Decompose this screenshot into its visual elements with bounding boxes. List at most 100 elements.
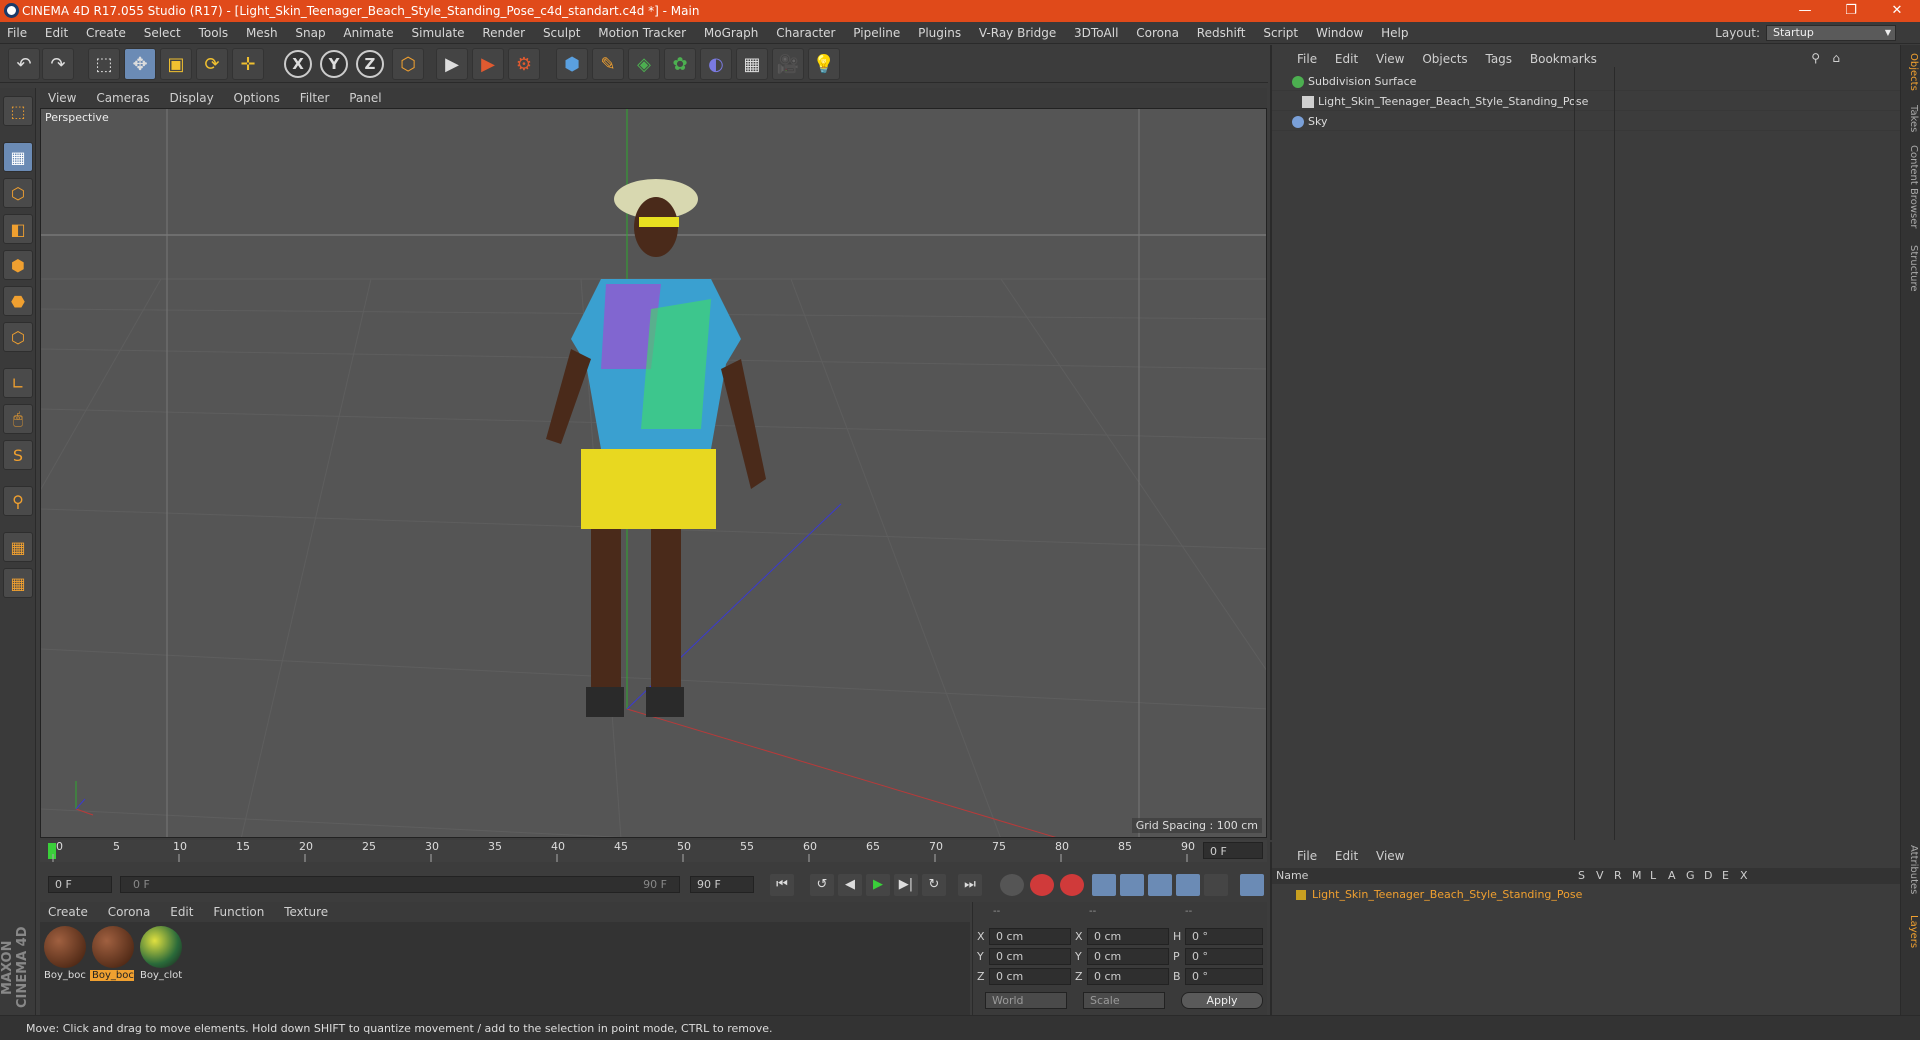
tab-objects[interactable]: Objects	[1903, 53, 1919, 91]
z-axis-lock-button[interactable]: Z	[356, 50, 384, 78]
tab-attributes[interactable]: Attributes	[1903, 845, 1919, 894]
key-scale-icon[interactable]	[1120, 874, 1144, 896]
object-row-character[interactable]: Light_Skin_Teenager_Beach_Style_Standing…	[1272, 93, 1902, 111]
deformer-button[interactable]: ◐	[700, 48, 732, 80]
menu-create[interactable]: Create	[79, 22, 133, 44]
menu-window[interactable]: Window	[1309, 22, 1370, 44]
viewport-menu-filter[interactable]: Filter	[292, 88, 338, 108]
start-frame-field[interactable]: 0 F	[48, 876, 112, 893]
layers-menu-edit[interactable]: Edit	[1328, 846, 1365, 866]
x-axis-lock-button[interactable]: X	[284, 50, 312, 78]
objects-menu-view[interactable]: View	[1369, 49, 1411, 69]
material-menu-create[interactable]: Create	[40, 902, 96, 922]
perspective-viewport[interactable]: Perspective Grid Spacing : 100 cm	[40, 108, 1267, 838]
material-swatch[interactable]: Boy_clot	[138, 926, 184, 981]
size-z-field[interactable]: 0 cm	[1087, 968, 1169, 985]
position-y-field[interactable]: 0 cm	[989, 948, 1071, 965]
subdivision-surface-button[interactable]: ◈	[628, 48, 660, 80]
timeline-window-icon[interactable]	[1240, 874, 1264, 896]
restore-button[interactable]: ❐	[1828, 0, 1874, 22]
record-keys-icon[interactable]	[1000, 874, 1024, 896]
model-mode-icon[interactable]: ▦	[3, 142, 33, 172]
menu-edit[interactable]: Edit	[38, 22, 75, 44]
cube-object-button[interactable]: ⬢	[556, 48, 588, 80]
viewport-menu-view[interactable]: View	[40, 88, 84, 108]
material-swatch[interactable]: Boy_boc	[90, 926, 136, 981]
object-row-sky[interactable]: Sky	[1272, 113, 1902, 131]
position-x-field[interactable]: 0 cm	[989, 928, 1071, 945]
close-button[interactable]: ✕	[1874, 0, 1920, 22]
material-menu-corona[interactable]: Corona	[100, 902, 159, 922]
menu-plugins[interactable]: Plugins	[911, 22, 968, 44]
viewport-menu-options[interactable]: Options	[226, 88, 288, 108]
menu-motion-tracker[interactable]: Motion Tracker	[591, 22, 693, 44]
home-icon[interactable]: ⌂	[1832, 51, 1840, 65]
minimize-button[interactable]: —	[1782, 0, 1828, 22]
objects-menu-tags[interactable]: Tags	[1478, 49, 1519, 69]
mograph-array-button[interactable]: ✿	[664, 48, 696, 80]
timeline-ruler[interactable]: 0 5 10 15 20 25 30 35 40 45 50 55 60 65 …	[40, 840, 1267, 862]
polygons-mode-icon[interactable]: ⬡	[3, 322, 33, 352]
size-x-field[interactable]: 0 cm	[1087, 928, 1169, 945]
menu-simulate[interactable]: Simulate	[405, 22, 472, 44]
rotation-b-field[interactable]: 0 °	[1185, 968, 1263, 985]
grid-snap-icon[interactable]: ▦	[3, 568, 33, 598]
frame-range-slider[interactable]: 0 F 90 F	[120, 876, 680, 893]
menu-animate[interactable]: Animate	[336, 22, 400, 44]
previous-frame-button[interactable]: ◀	[838, 874, 862, 896]
edges-mode-icon[interactable]: ⬣	[3, 286, 33, 316]
rotation-h-field[interactable]: 0 °	[1185, 928, 1263, 945]
workplane-lock-icon[interactable]: ▦	[3, 532, 33, 562]
objects-menu-file[interactable]: File	[1290, 49, 1324, 69]
magnet-tool-icon[interactable]: ⚲	[3, 486, 33, 516]
play-button[interactable]: ▶	[866, 874, 890, 896]
key-position-icon[interactable]	[1092, 874, 1116, 896]
coordinate-system-button[interactable]: ⬡	[392, 48, 424, 80]
objects-menu-bookmarks[interactable]: Bookmarks	[1523, 49, 1604, 69]
make-editable-icon[interactable]: ⬚	[3, 96, 33, 126]
menu-snap[interactable]: Snap	[288, 22, 332, 44]
y-axis-lock-button[interactable]: Y	[320, 50, 348, 78]
menu-pipeline[interactable]: Pipeline	[846, 22, 907, 44]
viewport-menu-cameras[interactable]: Cameras	[88, 88, 157, 108]
coordinate-mode-select[interactable]: World	[985, 992, 1067, 1009]
apply-button[interactable]: Apply	[1181, 992, 1263, 1009]
menu-3dtoall[interactable]: 3DToAll	[1067, 22, 1125, 44]
menu-tools[interactable]: Tools	[192, 22, 236, 44]
undo-button[interactable]: ↶	[8, 48, 40, 80]
camera-object-button[interactable]: 🎥	[772, 48, 804, 80]
transform-tool-button[interactable]: ✛	[232, 48, 264, 80]
autokey-icon[interactable]	[1030, 874, 1054, 896]
menu-character[interactable]: Character	[769, 22, 842, 44]
menu-sculpt[interactable]: Sculpt	[536, 22, 587, 44]
tweak-mode-icon[interactable]: 🖱	[3, 404, 33, 434]
material-menu-edit[interactable]: Edit	[162, 902, 201, 922]
next-keyframe-button[interactable]: ↻	[922, 874, 946, 896]
rotate-tool-button[interactable]: ⟳	[196, 48, 228, 80]
previous-keyframe-button[interactable]: ↺	[810, 874, 834, 896]
move-tool-button[interactable]: ✥	[124, 48, 156, 80]
render-settings-button[interactable]: ⚙	[508, 48, 540, 80]
menu-vray-bridge[interactable]: V-Ray Bridge	[972, 22, 1063, 44]
tab-structure[interactable]: Structure	[1903, 245, 1919, 292]
material-swatch[interactable]: Boy_boc	[42, 926, 88, 981]
menu-mograph[interactable]: MoGraph	[697, 22, 766, 44]
material-menu-texture[interactable]: Texture	[276, 902, 336, 922]
key-parameter-icon[interactable]	[1176, 874, 1200, 896]
go-to-start-button[interactable]: ⏮	[770, 874, 794, 896]
tab-takes[interactable]: Takes	[1903, 105, 1919, 132]
key-pla-icon[interactable]	[1204, 874, 1228, 896]
position-z-field[interactable]: 0 cm	[989, 968, 1071, 985]
rotation-p-field[interactable]: 0 °	[1185, 948, 1263, 965]
menu-render[interactable]: Render	[475, 22, 532, 44]
layer-row[interactable]: Light_Skin_Teenager_Beach_Style_Standing…	[1272, 886, 1902, 904]
object-row-subdivision-surface[interactable]: Subdivision Surface	[1272, 73, 1902, 91]
objects-menu-edit[interactable]: Edit	[1328, 49, 1365, 69]
menu-mesh[interactable]: Mesh	[239, 22, 285, 44]
key-rotation-icon[interactable]	[1148, 874, 1172, 896]
objects-menu-objects[interactable]: Objects	[1415, 49, 1474, 69]
go-to-end-button[interactable]: ⏭	[958, 874, 982, 896]
layers-menu-file[interactable]: File	[1290, 846, 1324, 866]
next-frame-button[interactable]: ▶|	[894, 874, 918, 896]
points-mode-icon[interactable]: ⬢	[3, 250, 33, 280]
